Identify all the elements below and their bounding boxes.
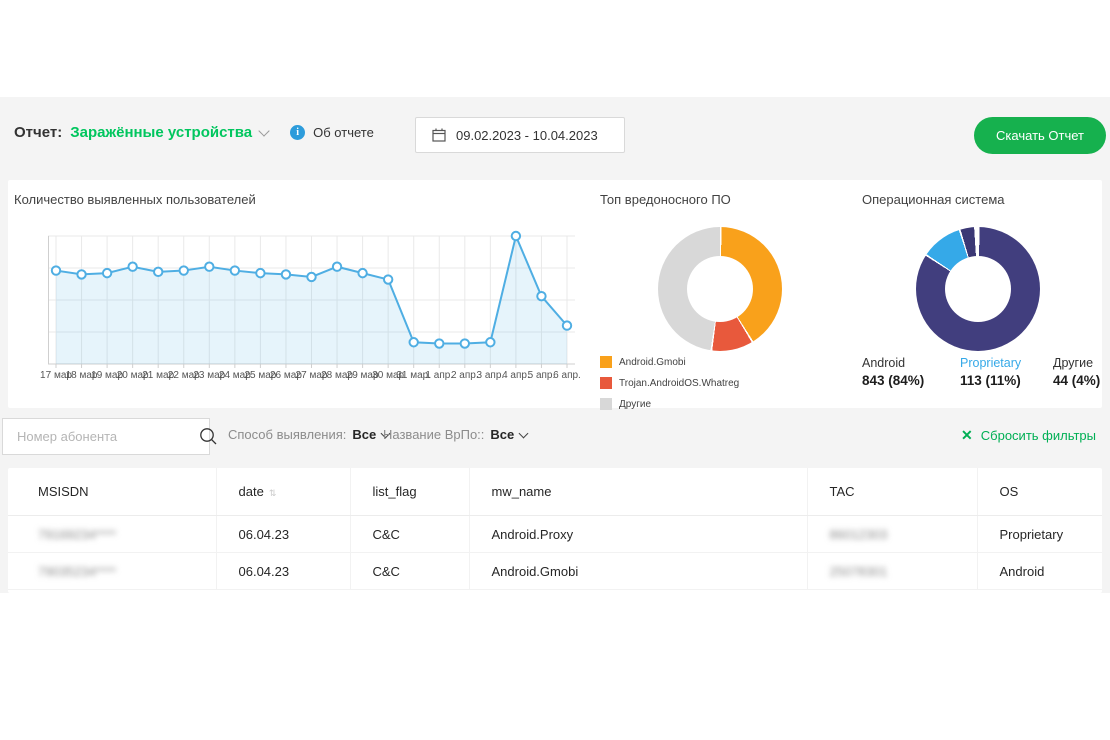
report-name: Заражённые устройства — [70, 124, 252, 141]
malware-name-filter[interactable]: Название ВрПо:: Все — [383, 427, 527, 442]
column-header-msisdn: MSISDN — [8, 468, 216, 516]
legend-label: Trojan.AndroidOS.Whatreg — [619, 378, 739, 389]
column-header-mw_name: mw_name — [469, 468, 807, 516]
cell-tac: 25078301 — [807, 553, 977, 590]
dashboard-body: Отчет: Заражённые устройства i Об отчете… — [0, 97, 1110, 593]
legend-label: Android.Gmobi — [619, 357, 686, 368]
table-row: 79169234**** 06.04.23C&CAndroid.Proxy 8601… — [8, 516, 1102, 553]
table-header-row: MSISDNdate⇅list_flagmw_nameTACOS — [8, 468, 1102, 516]
x-axis-label: 4 апр. — [502, 370, 530, 381]
masked-value: 79035234**** — [38, 564, 116, 579]
table-row: 79035234**** 06.04.23C&CAndroid.Gmobi 2507… — [8, 553, 1102, 590]
reset-filters-label: Сбросить фильтры — [981, 428, 1096, 443]
cell-os: Proprietary — [977, 516, 1102, 553]
line-chart-x-axis: 17 мар18 мар19 мар20 мар21 мар22 мар23 м… — [48, 370, 575, 384]
cell-tac: 86012303 — [807, 516, 977, 553]
x-axis-label: 5 апр. — [528, 370, 556, 381]
os-stats: Android 843 (84%)Proprietary 113 (11%)Друг… — [862, 356, 1100, 388]
download-report-button[interactable]: Скачать Отчет — [974, 117, 1106, 154]
legend-item: Другие — [600, 398, 651, 410]
malware-name-label: Название ВрПо:: — [383, 427, 484, 442]
report-selector[interactable]: Заражённые устройства — [70, 124, 268, 141]
users-line-chart — [48, 230, 575, 370]
os-stat-name: Proprietary — [960, 356, 1053, 370]
x-icon: ✕ — [961, 427, 973, 444]
os-stat-value: 113 (11%) — [960, 373, 1053, 388]
os-stat-value: 843 (84%) — [862, 373, 960, 388]
reset-filters-button[interactable]: ✕ Сбросить фильтры — [961, 427, 1096, 444]
detection-method-filter[interactable]: Способ выявления: Все — [228, 427, 389, 442]
malware-legend: Android.Gmobi Trojan.AndroidOS.Whatreg Дру… — [600, 356, 814, 419]
search-icon[interactable] — [199, 427, 218, 446]
charts-card: Количество выявленных пользователей 17 м… — [8, 180, 1102, 408]
info-icon: i — [290, 125, 305, 140]
about-report-link[interactable]: i Об отчете — [290, 125, 374, 140]
line-chart-title: Количество выявленных пользователей — [14, 192, 256, 207]
cell-date: 06.04.23 — [216, 553, 350, 590]
masked-value: 25078301 — [830, 564, 888, 579]
detection-method-value: Все — [352, 427, 376, 442]
masked-value: 86012303 — [830, 527, 888, 542]
x-axis-label: 1 апр. — [425, 370, 453, 381]
column-header-list_flag: list_flag — [350, 468, 469, 516]
about-report-label: Об отчете — [313, 125, 374, 140]
os-stat-name: Android — [862, 356, 960, 370]
detection-method-label: Способ выявления: — [228, 427, 346, 442]
os-donut-chart — [916, 227, 1040, 351]
os-chart-title: Операционная система — [862, 192, 1005, 207]
legend-item: Android.Gmobi — [600, 356, 686, 368]
report-header: Отчет: Заражённые устройства i Об отчете — [14, 124, 374, 141]
legend-swatch — [600, 377, 612, 389]
donut-hole — [687, 256, 753, 322]
masked-value: 79169234**** — [38, 527, 116, 542]
malware-donut-chart — [658, 227, 782, 351]
report-label: Отчет: — [14, 124, 62, 141]
cell-msisdn: 79035234**** — [8, 553, 216, 590]
cell-mw_name: Android.Proxy — [469, 516, 807, 553]
donut-hole — [945, 256, 1011, 322]
column-header-os: OS — [977, 468, 1102, 516]
search-input[interactable] — [3, 429, 199, 444]
cell-os: Android — [977, 553, 1102, 590]
x-axis-label: 6 апр. — [553, 370, 581, 381]
cell-date: 06.04.23 — [216, 516, 350, 553]
cell-list_flag: C&C — [350, 553, 469, 590]
cell-msisdn: 79169234**** — [8, 516, 216, 553]
x-axis-label: 3 апр. — [477, 370, 505, 381]
chevron-down-icon — [258, 125, 269, 136]
cell-mw_name: Android.Gmobi — [469, 553, 807, 590]
malware-name-value: Все — [490, 427, 514, 442]
legend-swatch — [600, 356, 612, 368]
date-range-picker[interactable]: 09.02.2023 - 10.04.2023 — [415, 117, 625, 153]
date-range-value: 09.02.2023 - 10.04.2023 — [456, 128, 598, 143]
os-stat-value: 44 (4%) — [1053, 373, 1100, 388]
os-stat-name: Другие — [1053, 356, 1100, 370]
cell-list_flag: C&C — [350, 516, 469, 553]
chevron-down-icon — [519, 428, 529, 438]
legend-label: Другие — [619, 399, 651, 410]
legend-item: Trojan.AndroidOS.Whatreg — [600, 377, 739, 389]
column-header-date[interactable]: date⇅ — [216, 468, 350, 516]
subscriber-search-box — [2, 418, 210, 455]
infected-devices-table: MSISDNdate⇅list_flagmw_nameTACOS 7916923… — [8, 468, 1102, 590]
column-header-tac: TAC — [807, 468, 977, 516]
calendar-icon — [432, 128, 446, 142]
malware-chart-title: Топ вредоносного ПО — [600, 192, 731, 207]
legend-swatch — [600, 398, 612, 410]
x-axis-label: 2 апр. — [451, 370, 479, 381]
os-stat: Другие 44 (4%) — [1053, 356, 1100, 388]
sort-icon[interactable]: ⇅ — [269, 488, 277, 498]
os-stat: Proprietary 113 (11%) — [960, 356, 1053, 388]
infected-devices-table-card: MSISDNdate⇅list_flagmw_nameTACOS 7916923… — [8, 468, 1102, 593]
os-stat: Android 843 (84%) — [862, 356, 960, 388]
